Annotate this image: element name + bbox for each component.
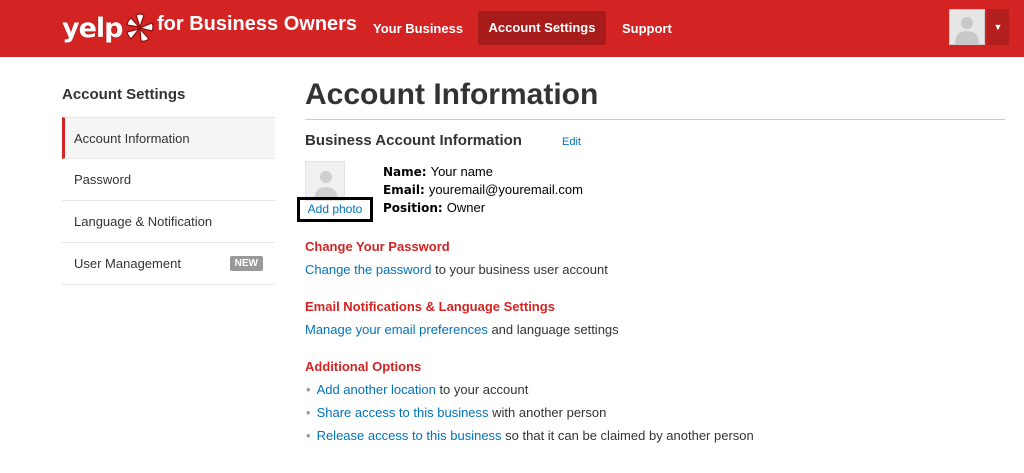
page-title: Account Information [305,78,599,111]
sidebar-item-user-management[interactable]: User Management NEW [62,243,275,285]
title-divider [305,119,1005,120]
yelp-logo[interactable]: yelp [62,8,155,48]
list-item: • Add another location to your account [306,382,528,397]
sidebar-item-label: Language & Notification [74,214,213,229]
nav-account-settings[interactable]: Account Settings [478,11,606,45]
bullet-icon: • [306,428,311,443]
list-item: • Share access to this business with anot… [306,405,606,420]
change-password-line: Change the password to your business use… [305,262,608,277]
change-password-heading: Change Your Password [305,239,450,254]
email-value: youremail@youremail.com [428,182,583,197]
release-access-link[interactable]: Release access to this business [317,428,502,443]
edit-link[interactable]: Edit [562,136,581,148]
avatar [949,9,985,45]
user-menu-button[interactable]: ▼ [949,9,1009,45]
brand-suffix: for Business Owners [157,13,358,35]
business-section-heading: Business Account Information [305,132,522,149]
add-photo-link[interactable]: Add photo [297,197,373,222]
sidebar-title: Account Settings [62,86,186,103]
change-password-rest: to your business user account [431,262,608,277]
position-row: Position: Owner [383,200,485,215]
logo-text: yelp [62,12,123,44]
share-access-link[interactable]: Share access to this business [317,405,489,420]
yelp-burst-icon [125,13,154,42]
top-header: yelp for Business Owners Your Business A… [0,0,1024,57]
email-notifications-heading: Email Notifications & Language Settings [305,299,555,314]
name-label: Name: [383,165,427,179]
position-label: Position: [383,201,443,215]
chevron-down-icon: ▼ [987,9,1009,45]
sidebar-item-account-information[interactable]: Account Information [62,117,275,159]
add-location-link[interactable]: Add another location [317,382,436,397]
email-preferences-line: Manage your email preferences and langua… [305,322,619,337]
sidebar-item-password[interactable]: Password [62,159,275,201]
change-password-link[interactable]: Change the password [305,262,431,277]
email-preferences-rest: and language settings [487,322,619,337]
bullet-icon: • [306,382,311,397]
user-silhouette-icon [955,17,979,44]
sidebar-item-language-notification[interactable]: Language & Notification [62,201,275,243]
sidebar-nav: Account Information Password Language & … [62,117,275,285]
name-row: Name: Your name [383,164,493,179]
profile-photo-placeholder [305,161,345,201]
add-location-rest: to your account [435,382,529,397]
share-access-rest: with another person [488,405,607,420]
release-access-rest: so that it can be claimed by another per… [501,428,754,443]
sidebar-item-label: Password [74,172,132,187]
user-silhouette-icon [314,171,338,200]
email-row: Email: youremail@youremail.com [383,182,583,197]
nav-support[interactable]: Support [622,0,672,57]
new-badge: NEW [229,256,263,271]
position-value: Owner [446,200,486,215]
sidebar-item-label: User Management [74,256,181,271]
email-preferences-link[interactable]: Manage your email preferences [305,322,488,337]
nav-your-business[interactable]: Your Business [373,0,463,57]
bullet-icon: • [306,405,311,420]
sidebar-item-label: Account Information [74,130,190,146]
name-value: Your name [430,164,493,179]
additional-options-heading: Additional Options [305,359,422,374]
list-item: • Release access to this business so that… [306,428,754,443]
email-label: Email: [383,183,425,197]
